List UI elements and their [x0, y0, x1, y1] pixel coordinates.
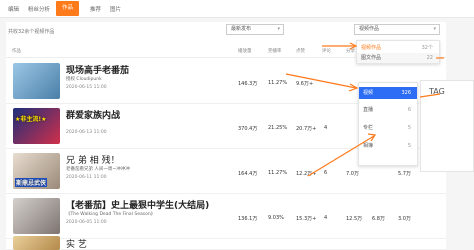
annotation-arrow [419, 93, 441, 98]
annotation-arrow [307, 135, 375, 177]
annotation-arrows [285, 42, 444, 177]
annotation-arrow [285, 73, 357, 89]
